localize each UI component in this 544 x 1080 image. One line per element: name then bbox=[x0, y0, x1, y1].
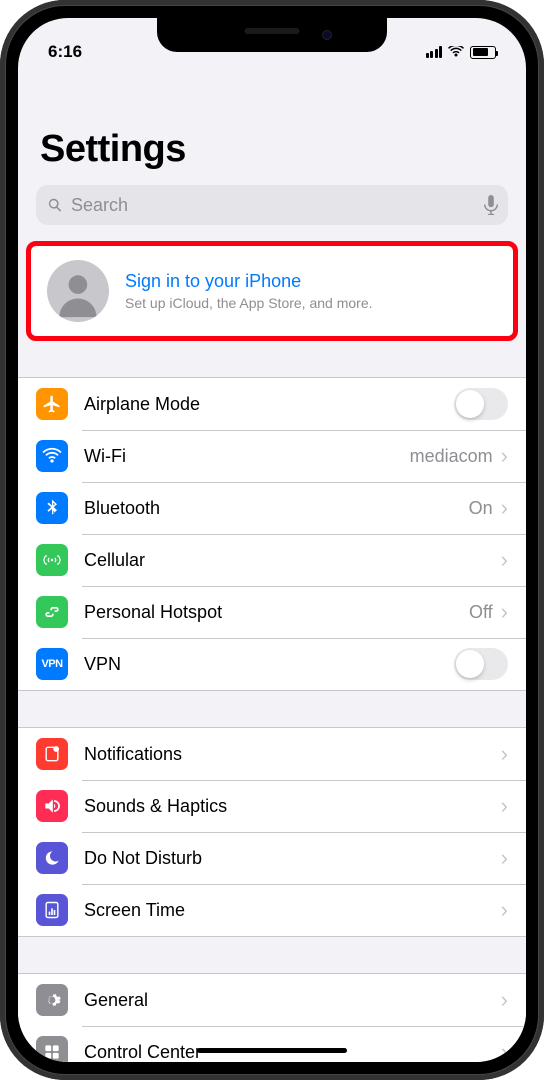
dnd-icon bbox=[36, 842, 68, 874]
row-controlcenter[interactable]: Control Center › bbox=[18, 1026, 526, 1062]
bluetooth-icon bbox=[36, 492, 68, 524]
battery-icon bbox=[470, 46, 496, 59]
header: Settings bbox=[18, 68, 526, 175]
row-dnd[interactable]: Do Not Disturb › bbox=[18, 832, 526, 884]
phone-frame: 6:16 Settings Search bbox=[0, 0, 544, 1080]
cellular-label: Cellular bbox=[84, 550, 501, 571]
home-indicator[interactable] bbox=[197, 1048, 347, 1053]
signin-title: Sign in to your iPhone bbox=[125, 271, 373, 292]
vpn-toggle[interactable] bbox=[454, 648, 508, 680]
status-time: 6:16 bbox=[48, 42, 82, 62]
cellular-signal-icon bbox=[426, 46, 443, 58]
hotspot-value: Off bbox=[469, 602, 493, 623]
signin-button[interactable]: Sign in to your iPhone Set up iCloud, th… bbox=[26, 241, 518, 341]
wifi-label: Wi-Fi bbox=[84, 446, 410, 467]
settings-group-alerts: Notifications › Sounds & Haptics › Do No… bbox=[18, 727, 526, 937]
screentime-label: Screen Time bbox=[84, 900, 501, 921]
wifi-settings-icon bbox=[36, 440, 68, 472]
hotspot-icon bbox=[36, 596, 68, 628]
chevron-right-icon: › bbox=[501, 741, 508, 767]
row-vpn[interactable]: VPN VPN bbox=[18, 638, 526, 690]
general-label: General bbox=[84, 990, 501, 1011]
signin-subtitle: Set up iCloud, the App Store, and more. bbox=[125, 295, 373, 311]
chevron-right-icon: › bbox=[501, 443, 508, 469]
bluetooth-label: Bluetooth bbox=[84, 498, 469, 519]
avatar-icon bbox=[47, 260, 109, 322]
vpn-label: VPN bbox=[84, 654, 454, 675]
notch bbox=[157, 18, 387, 52]
search-icon bbox=[46, 196, 64, 214]
page-title: Settings bbox=[40, 128, 504, 171]
sounds-label: Sounds & Haptics bbox=[84, 796, 501, 817]
sounds-icon bbox=[36, 790, 68, 822]
general-icon bbox=[36, 984, 68, 1016]
row-hotspot[interactable]: Personal Hotspot Off › bbox=[18, 586, 526, 638]
row-airplane-mode[interactable]: Airplane Mode bbox=[18, 378, 526, 430]
content-area[interactable]: Settings Search bbox=[18, 68, 526, 1062]
row-bluetooth[interactable]: Bluetooth On › bbox=[18, 482, 526, 534]
chevron-right-icon: › bbox=[501, 495, 508, 521]
status-indicators bbox=[426, 46, 497, 59]
notifications-icon bbox=[36, 738, 68, 770]
row-general[interactable]: General › bbox=[18, 974, 526, 1026]
row-wifi[interactable]: Wi-Fi mediacom › bbox=[18, 430, 526, 482]
notifications-label: Notifications bbox=[84, 744, 501, 765]
hotspot-label: Personal Hotspot bbox=[84, 602, 469, 623]
wifi-value: mediacom bbox=[410, 446, 493, 467]
chevron-right-icon: › bbox=[501, 987, 508, 1013]
vpn-icon: VPN bbox=[36, 648, 68, 680]
screen: 6:16 Settings Search bbox=[18, 18, 526, 1062]
screentime-icon bbox=[36, 894, 68, 926]
search-placeholder: Search bbox=[71, 195, 477, 216]
chevron-right-icon: › bbox=[501, 1039, 508, 1062]
signin-section: Sign in to your iPhone Set up iCloud, th… bbox=[26, 241, 518, 341]
airplane-label: Airplane Mode bbox=[84, 394, 454, 415]
dnd-label: Do Not Disturb bbox=[84, 848, 501, 869]
controlcenter-icon bbox=[36, 1036, 68, 1062]
cellular-icon bbox=[36, 544, 68, 576]
row-notifications[interactable]: Notifications › bbox=[18, 728, 526, 780]
chevron-right-icon: › bbox=[501, 897, 508, 923]
chevron-right-icon: › bbox=[501, 599, 508, 625]
search-input[interactable]: Search bbox=[36, 185, 508, 225]
row-cellular[interactable]: Cellular › bbox=[18, 534, 526, 586]
settings-group-network: Airplane Mode Wi-Fi mediacom › Bluetooth bbox=[18, 377, 526, 691]
row-screentime[interactable]: Screen Time › bbox=[18, 884, 526, 936]
airplane-toggle[interactable] bbox=[454, 388, 508, 420]
row-sounds[interactable]: Sounds & Haptics › bbox=[18, 780, 526, 832]
chevron-right-icon: › bbox=[501, 547, 508, 573]
airplane-icon bbox=[36, 388, 68, 420]
wifi-icon bbox=[448, 46, 464, 58]
microphone-icon[interactable] bbox=[484, 195, 498, 215]
chevron-right-icon: › bbox=[501, 793, 508, 819]
chevron-right-icon: › bbox=[501, 845, 508, 871]
bluetooth-value: On bbox=[469, 498, 493, 519]
